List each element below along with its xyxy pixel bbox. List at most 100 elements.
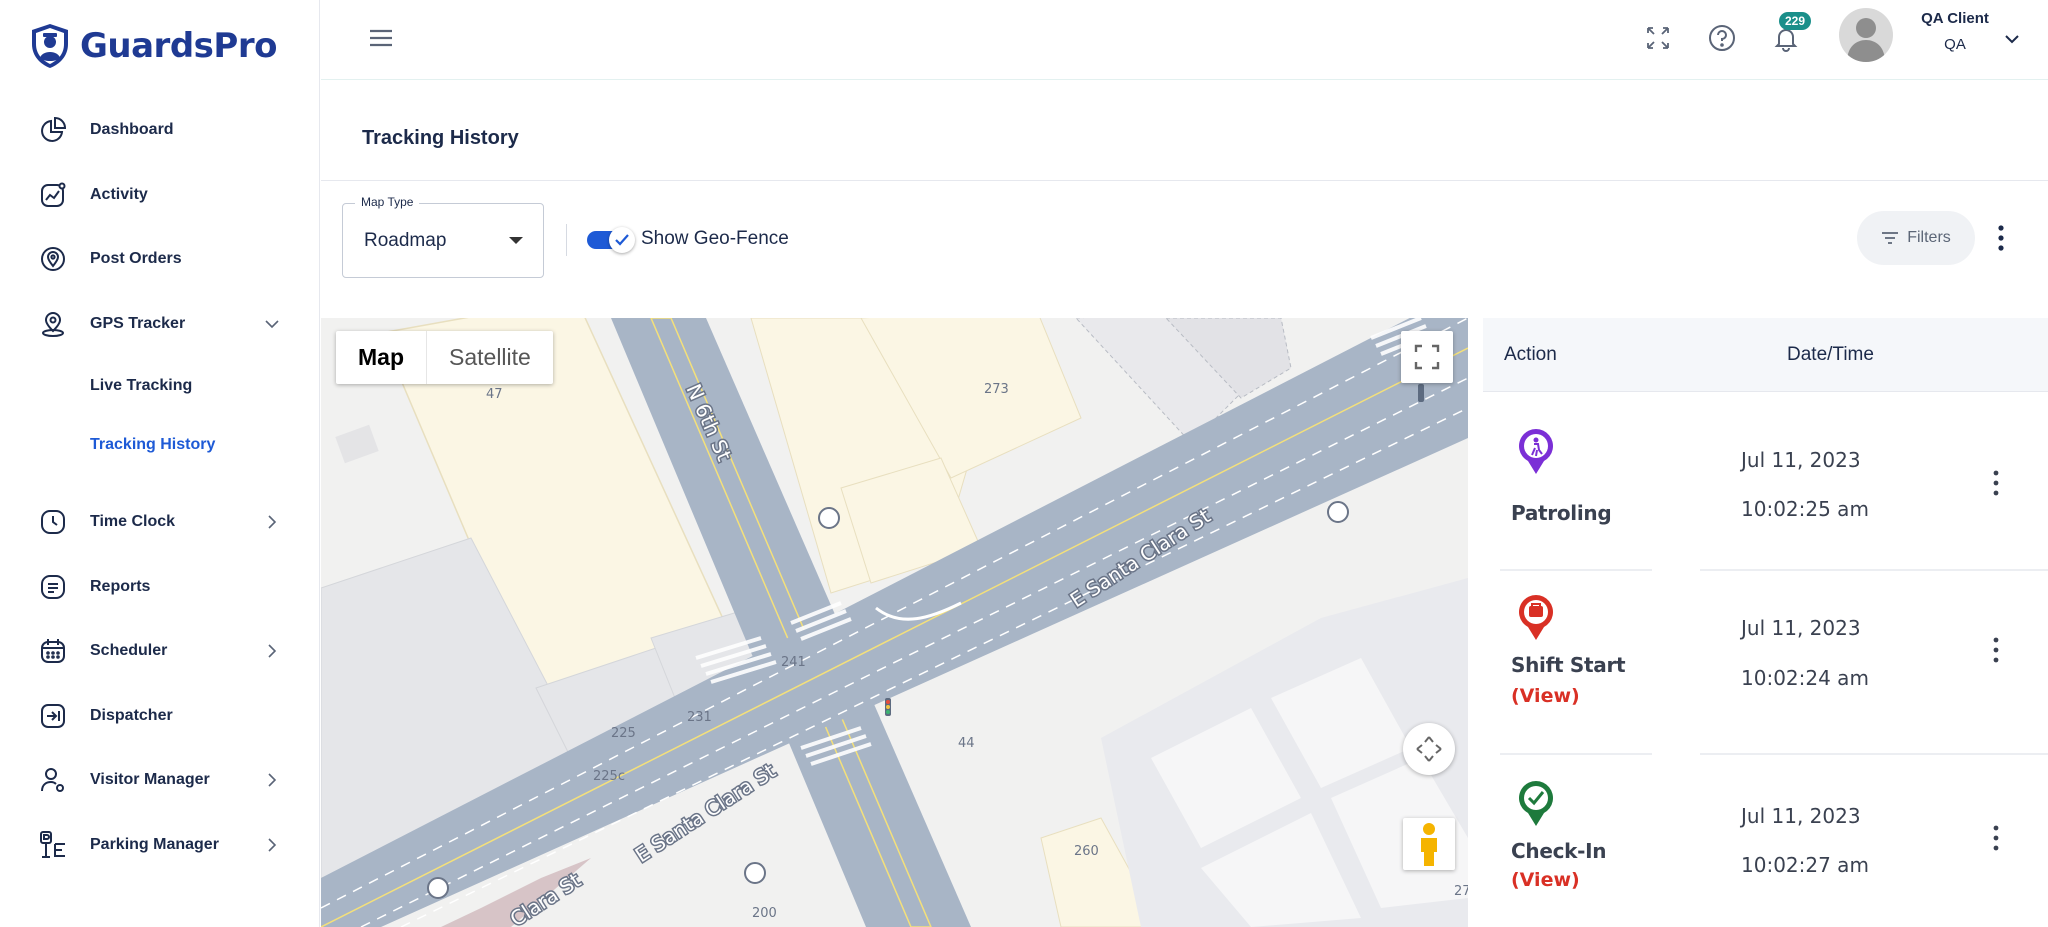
- sidebar-item-label: Reports: [90, 577, 151, 595]
- address-200: 200: [752, 906, 777, 921]
- address-241: 241: [781, 655, 806, 670]
- map-pin-icon: [36, 307, 70, 341]
- row-date: Jul 11, 2023: [1741, 804, 1861, 828]
- avatar[interactable]: [1839, 8, 1893, 62]
- more-vert-icon[interactable]: [1991, 222, 2011, 254]
- shift-start-pin-icon: [1519, 595, 1553, 640]
- map-pan-control[interactable]: [1403, 723, 1455, 775]
- sidebar-item-dispatcher[interactable]: Dispatcher: [0, 684, 320, 749]
- pegman-icon: [1421, 823, 1437, 866]
- more-vert-icon[interactable]: [1987, 467, 2005, 499]
- sidebar-item-label: Parking Manager: [90, 835, 219, 853]
- row-date: Jul 11, 2023: [1741, 448, 1861, 472]
- row-time: 10:02:27 am: [1741, 853, 1869, 877]
- address-225: 225: [611, 726, 636, 741]
- address-273: 273: [984, 382, 1009, 397]
- address-47: 47: [486, 387, 503, 402]
- toolbar-divider: [566, 224, 567, 256]
- view-link[interactable]: (View): [1511, 685, 1580, 707]
- check-in-pin-icon: [1519, 781, 1553, 826]
- calendar-icon: [36, 634, 70, 668]
- user-name[interactable]: QA Client: [1910, 10, 2000, 27]
- patrol-pin-icon: [1519, 429, 1553, 474]
- help-icon[interactable]: [1704, 20, 1740, 56]
- page-title: Tracking History: [362, 127, 519, 149]
- sidebar-item-label: Scheduler: [90, 642, 168, 660]
- map-type-value: Roadmap: [364, 230, 447, 251]
- user-settings-icon: [36, 763, 70, 797]
- user-avatar-icon: [1847, 18, 1885, 62]
- filters-label: Filters: [1907, 229, 1951, 246]
- map-view[interactable]: N 6th St E Santa Clara St E Santa Clara …: [321, 318, 1468, 927]
- dispatch-icon: [36, 699, 70, 733]
- address-231: 231: [687, 710, 712, 725]
- brand-name: GuardsPro: [80, 26, 277, 66]
- geofence-toggle[interactable]: [587, 227, 637, 253]
- pan-arrows-icon: [1416, 736, 1442, 762]
- address-225c: 225c: [593, 769, 625, 784]
- toggle-knob: [609, 227, 635, 253]
- row-time: 10:02:24 am: [1741, 666, 1869, 690]
- caret-down-icon: [509, 237, 523, 244]
- filters-button[interactable]: Filters: [1857, 211, 1975, 265]
- view-link[interactable]: (View): [1511, 869, 1580, 891]
- sidebar-item-gps-tracker[interactable]: GPS Tracker: [0, 292, 320, 357]
- sidebar-item-parking-manager[interactable]: Parking Manager: [0, 813, 320, 878]
- more-vert-icon[interactable]: [1987, 822, 2005, 854]
- chevron-down-icon[interactable]: [2003, 30, 2021, 48]
- map-type-select[interactable]: Map Type Roadmap: [342, 195, 544, 278]
- fullscreen-icon[interactable]: [1640, 20, 1676, 56]
- hamburger-menu-icon[interactable]: [366, 24, 396, 52]
- report-icon: [36, 570, 70, 604]
- check-icon: [615, 234, 629, 246]
- row-divider: [1500, 569, 1652, 571]
- table-row[interactable]: Patroling Jul 11, 2023 10:02:25 am: [1483, 393, 2048, 578]
- sidebar-item-activity[interactable]: Activity: [0, 163, 320, 228]
- geofence-label: Show Geo-Fence: [641, 228, 789, 249]
- parking-charger-icon: [36, 828, 70, 862]
- tracking-history-table: Action Date/Time Patroling Jul 11, 2023 …: [1483, 318, 2048, 927]
- sidebar-item-reports[interactable]: Reports: [0, 555, 320, 620]
- address-27: 27: [1454, 884, 1468, 899]
- pie-chart-icon: [36, 113, 70, 147]
- row-divider: [1500, 753, 1652, 755]
- more-vert-icon[interactable]: [1987, 634, 2005, 666]
- filter-icon: [1882, 232, 1899, 244]
- column-header-datetime: Date/Time: [1787, 344, 1874, 365]
- address-260: 260: [1074, 844, 1099, 859]
- map-fullscreen-button[interactable]: [1401, 331, 1453, 383]
- brand-logo[interactable]: GuardsPro: [28, 22, 277, 70]
- sidebar-item-label: Post Orders: [90, 250, 182, 268]
- sidebar-nav: Dashboard Activity Post Orders GPS Track…: [0, 98, 320, 877]
- guard-logo-icon: [32, 24, 68, 68]
- table-row[interactable]: Check-In (View) Jul 11, 2023 10:02:27 am: [1483, 762, 2048, 927]
- sidebar-item-time-clock[interactable]: Time Clock: [0, 490, 320, 555]
- map-type-map-button[interactable]: Map: [336, 331, 427, 384]
- map-canvas[interactable]: N 6th St E Santa Clara St E Santa Clara …: [321, 318, 1468, 927]
- expand-icon: [1414, 344, 1440, 370]
- activity-chart-icon: [36, 178, 70, 212]
- sidebar-item-post-orders[interactable]: Post Orders: [0, 227, 320, 292]
- chevron-right-icon: [268, 515, 277, 529]
- sidebar-item-label: GPS Tracker: [90, 314, 186, 332]
- sidebar-item-label: Dispatcher: [90, 706, 173, 724]
- sidebar-item-label: Visitor Manager: [90, 771, 210, 789]
- map-type-control: Map Satellite: [336, 331, 553, 384]
- sidebar-subitem-tracking-history[interactable]: Tracking History: [0, 415, 320, 474]
- street-view-pegman[interactable]: [1403, 818, 1455, 870]
- sidebar-item-visitor-manager[interactable]: Visitor Manager: [0, 748, 320, 813]
- column-header-action: Action: [1504, 344, 1557, 365]
- page-header: Tracking History: [321, 81, 2048, 181]
- sidebar-item-label: Time Clock: [90, 513, 176, 531]
- map-type-label: Map Type: [355, 195, 420, 209]
- table-row[interactable]: Shift Start (View) Jul 11, 2023 10:02:24…: [1483, 578, 2048, 762]
- map-type-satellite-button[interactable]: Satellite: [427, 331, 553, 384]
- sidebar: GuardsPro Dashboard Activity Post Orders…: [0, 0, 320, 927]
- sidebar-item-dashboard[interactable]: Dashboard: [0, 98, 320, 163]
- sidebar-subitem-live-tracking[interactable]: Live Tracking: [0, 356, 320, 415]
- sidebar-item-scheduler[interactable]: Scheduler: [0, 619, 320, 684]
- action-label: Check-In: [1511, 839, 1607, 863]
- action-label: Shift Start: [1511, 653, 1626, 677]
- user-role: QA: [1944, 36, 1966, 53]
